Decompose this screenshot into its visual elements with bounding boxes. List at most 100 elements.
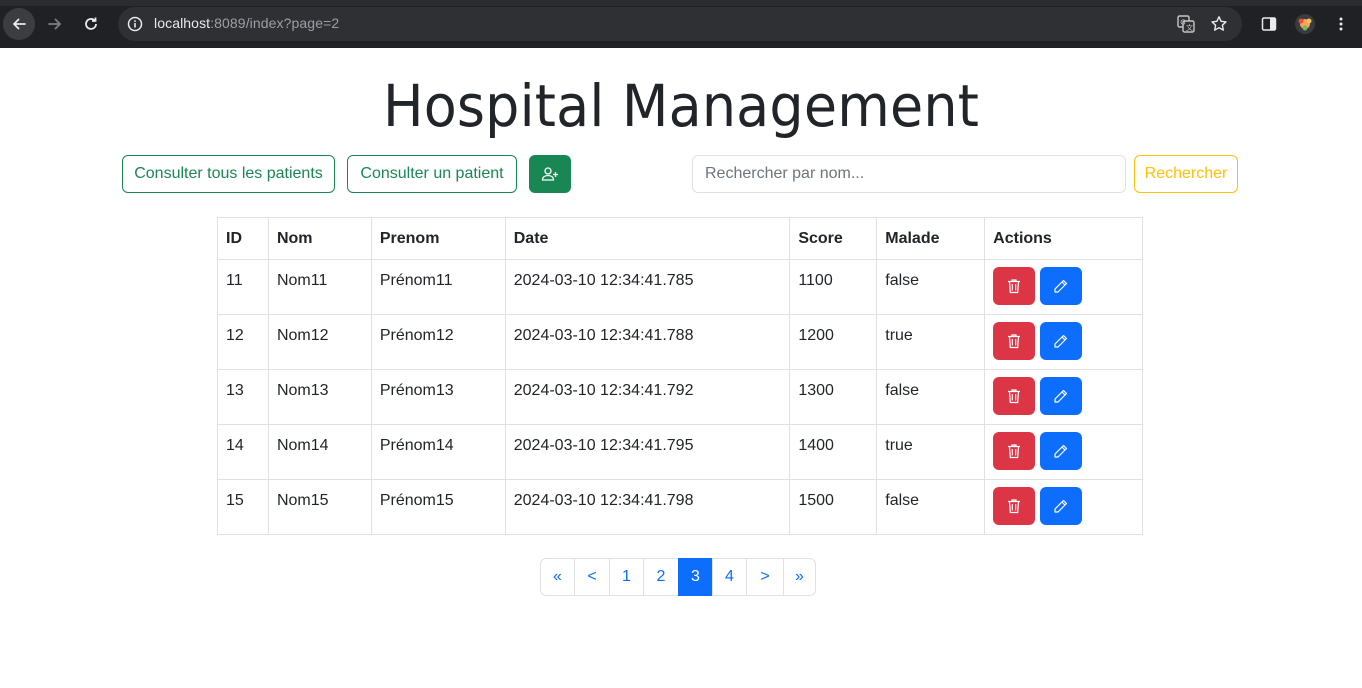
cell-nom: Nom12 [267,314,372,370]
cell-id: 13 [217,369,269,425]
delete-button[interactable] [993,487,1036,525]
cell-malade: true [876,424,986,480]
page-link[interactable]: « [540,558,575,596]
cell-malade: true [876,314,986,370]
cell-actions [984,479,1143,535]
delete-button[interactable] [993,267,1036,305]
delete-button[interactable] [993,377,1036,415]
table-row: 12 Nom12 Prénom12 2024-03-10 12:34:41.788 12… [217,314,1143,370]
cell-date: 2024-03-10 12:34:41.798 [504,479,791,535]
header-actions: Actions [984,217,1143,260]
cell-malade: false [876,369,986,425]
edit-button[interactable] [1039,377,1082,415]
header-nom: Nom [267,217,372,260]
cell-id: 12 [217,314,269,370]
patients-table: ID Nom Prenom Date Score Malade Actions … [217,217,1143,535]
pencil-icon [1054,499,1068,513]
cell-actions [984,314,1143,370]
cell-score: 1100 [789,259,878,315]
edit-button[interactable] [1039,322,1082,360]
profile-avatar-icon[interactable] [1293,12,1317,36]
cell-actions [984,424,1143,480]
cell-nom: Nom13 [267,369,372,425]
table-row: 14 Nom14 Prénom14 2024-03-10 12:34:41.795 14… [217,424,1143,480]
trash-icon [1008,279,1021,294]
arrow-left-icon [12,18,26,30]
cell-score: 1500 [789,479,878,535]
cell-score: 1400 [789,424,878,480]
page-link[interactable]: 3 [678,558,713,596]
side-panel-icon[interactable] [1257,12,1281,36]
add-patient-button[interactable] [529,155,571,193]
page-link[interactable]: < [574,558,610,596]
consult-one-button[interactable]: Consulter un patient [347,155,517,193]
bookmark-star-icon[interactable] [1209,14,1229,34]
cell-prenom: Prénom15 [370,479,506,535]
cell-prenom: Prénom11 [370,259,506,315]
tab-strip [0,0,1362,6]
trash-icon [1008,499,1021,514]
pagination: «<1 2 3 4 >» [540,558,816,596]
cell-id: 11 [217,259,269,315]
cell-prenom: Prénom13 [370,369,506,425]
site-info-icon[interactable] [126,15,144,33]
back-button[interactable] [3,8,35,40]
cell-malade: false [876,479,986,535]
page-link[interactable]: 2 [643,558,679,596]
cell-date: 2024-03-10 12:34:41.792 [504,369,791,425]
page-title: Hospital Management [382,72,980,140]
browser-toolbar: localhost:8089/index?page=2 G文 [0,0,1362,48]
url-path: :8089/index?page=2 [210,15,340,31]
cell-actions [984,369,1143,425]
cell-id: 14 [217,424,269,480]
user-plus-icon [541,167,558,181]
translate-icon[interactable]: G文 [1176,14,1196,34]
pencil-icon [1054,389,1068,403]
pencil-icon [1054,279,1068,293]
reload-button[interactable] [75,8,107,40]
cell-actions [984,259,1143,315]
reload-icon [85,17,97,30]
delete-button[interactable] [993,322,1036,360]
svg-text:G: G [1180,19,1185,27]
page-link[interactable]: > [746,558,784,596]
url-host: localhost [154,15,211,31]
cell-malade: false [876,259,986,315]
trash-icon [1008,389,1021,404]
cell-nom: Nom15 [267,479,372,535]
forward-button[interactable] [39,8,71,40]
table-row: 11 Nom11 Prénom11 2024-03-10 12:34:41.785 11… [217,259,1143,315]
cell-prenom: Prénom14 [370,424,506,480]
cell-prenom: Prénom12 [370,314,506,370]
header-malade: Malade [876,217,986,260]
table-header-row: ID Nom Prenom Date Score Malade Actions [217,217,1143,260]
page-link[interactable]: » [783,558,816,596]
pencil-icon [1054,334,1068,348]
cell-nom: Nom14 [267,424,372,480]
cell-score: 1200 [789,314,878,370]
edit-button[interactable] [1039,487,1082,525]
kebab-menu-icon[interactable] [1329,12,1353,36]
table-row: 13 Nom13 Prénom13 2024-03-10 12:34:41.792 13… [217,369,1143,425]
header-score: Score [789,217,878,260]
header-date: Date [504,217,791,260]
address-bar[interactable]: localhost:8089/index?page=2 G文 [118,7,1242,41]
search-input[interactable] [692,155,1126,193]
arrow-right-icon [48,18,62,30]
consult-all-button[interactable]: Consulter tous les patients [122,155,335,193]
url-text: localhost:8089/index?page=2 [154,15,339,31]
trash-icon [1008,444,1021,459]
page-link[interactable]: 1 [609,558,644,596]
delete-button[interactable] [993,432,1036,470]
cell-nom: Nom11 [267,259,372,315]
svg-text:文: 文 [1186,23,1193,32]
edit-button[interactable] [1039,267,1082,305]
cell-score: 1300 [789,369,878,425]
cell-date: 2024-03-10 12:34:41.788 [504,314,791,370]
trash-icon [1008,334,1021,349]
cell-date: 2024-03-10 12:34:41.795 [504,424,791,480]
cell-id: 15 [217,479,269,535]
edit-button[interactable] [1039,432,1082,470]
page-link[interactable]: 4 [712,558,747,596]
search-button[interactable]: Rechercher [1134,155,1238,193]
